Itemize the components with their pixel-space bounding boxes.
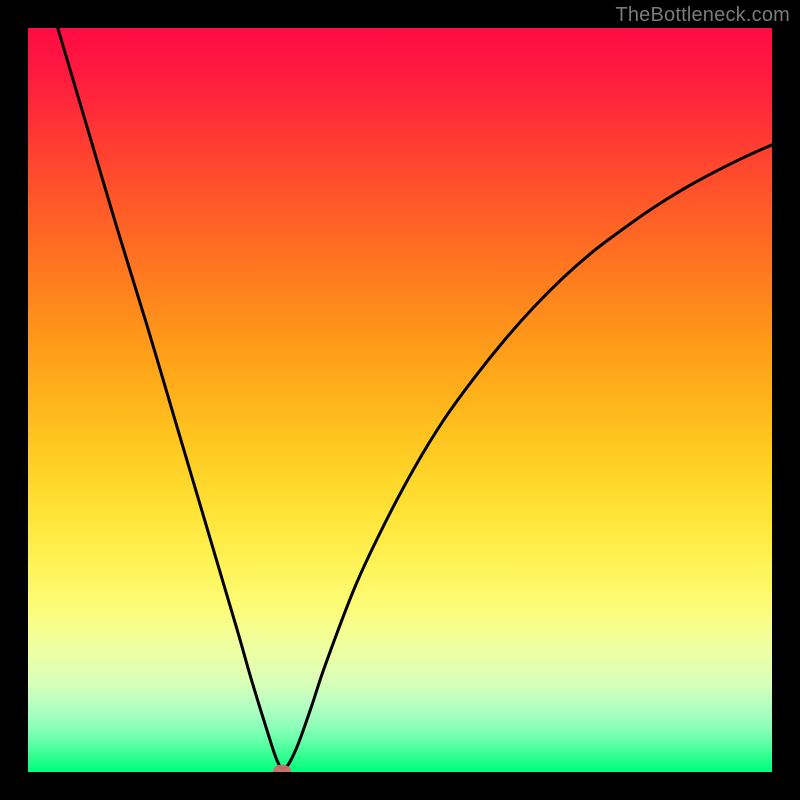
watermark-text: TheBottleneck.com: [615, 4, 790, 27]
minimum-marker-dot: [273, 764, 291, 772]
plot-area: [28, 28, 772, 772]
chart-frame: TheBottleneck.com: [0, 0, 800, 800]
curve-svg: [28, 28, 772, 772]
bottleneck-curve: [58, 28, 772, 769]
